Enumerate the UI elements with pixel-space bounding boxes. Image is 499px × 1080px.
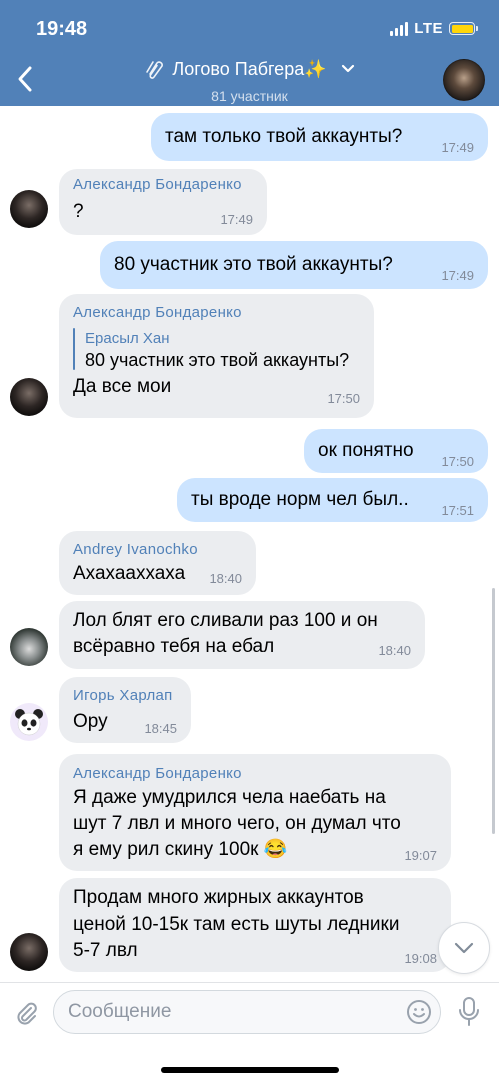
message-incoming[interactable]: Продам много жирных аккаунтов ценой 10-1…	[59, 878, 451, 972]
reply-bar	[73, 328, 75, 370]
panda-icon	[15, 709, 43, 736]
message-time: 17:50	[441, 454, 474, 469]
message-incoming[interactable]: Лол блят его сливали раз 100 и он всёрав…	[59, 601, 425, 669]
message-text: Ахахааххаха	[73, 563, 186, 584]
message-text: Я даже умудрился чела наебать на	[73, 787, 386, 808]
battery-icon	[449, 22, 478, 35]
message-text: 80 участник это твой аккаунты?	[114, 254, 393, 275]
scrollbar[interactable]	[492, 588, 495, 834]
chat-subtitle: 81 участник	[211, 88, 288, 104]
network-label: LTE	[414, 20, 443, 37]
paperclip-icon	[146, 61, 164, 79]
chat-screen: 19:48 LTE Логово Пабгера✨ 81 участник та…	[0, 0, 499, 1080]
message-incoming[interactable]: Александр Бондаренко ? 17:49	[59, 169, 267, 235]
status-indicators: LTE	[390, 20, 478, 37]
chevron-down-icon	[454, 942, 474, 954]
message-time: 19:07	[404, 848, 437, 863]
message-time: 18:40	[209, 571, 242, 586]
status-time: 19:48	[36, 18, 88, 40]
chevron-down-icon	[341, 64, 354, 73]
message-input[interactable]	[68, 991, 388, 1033]
message-incoming[interactable]: Александр Бондаренко Я даже умудрился че…	[59, 754, 451, 871]
message-text: шут 7 лвл и много чего, он думал что	[73, 813, 401, 834]
sender-name: Александр Бондаренко	[73, 176, 242, 193]
reply-sender: Ерасыл Хан	[85, 330, 170, 347]
message-time: 17:49	[441, 268, 474, 283]
message-text: всёравно тебя на ебал	[73, 636, 275, 657]
sender-name: Александр Бондаренко	[73, 765, 242, 782]
attach-button[interactable]	[12, 999, 42, 1029]
message-composer	[0, 982, 499, 1080]
reply-text: 80 участник это твой аккаунты?	[85, 350, 350, 370]
message-incoming[interactable]: Игорь Харлап Ору 18:45	[59, 677, 191, 743]
message-time: 19:08	[404, 951, 437, 966]
emoji-button[interactable]	[406, 999, 432, 1025]
message-time: 17:49	[220, 212, 253, 227]
message-time: 18:45	[144, 721, 177, 736]
chat-header: 19:48 LTE Логово Пабгера✨ 81 участник	[0, 0, 499, 106]
avatar[interactable]	[10, 628, 48, 666]
chat-title-text: Логово Пабгера✨	[172, 58, 327, 79]
message-text: Лол блят его сливали раз 100 и он	[73, 610, 378, 631]
message-input-box	[53, 990, 441, 1034]
sender-name: Александр Бондаренко	[73, 304, 242, 321]
message-text: Да все мои	[73, 376, 172, 397]
message-text: ?	[73, 201, 84, 222]
message-outgoing[interactable]: 80 участник это твой аккаунты? 17:49	[100, 241, 488, 289]
avatar[interactable]	[10, 190, 48, 228]
scroll-down-button[interactable]	[438, 922, 490, 974]
message-outgoing[interactable]: ты вроде норм чел был.. 17:51	[177, 478, 488, 522]
signal-icon	[390, 21, 409, 36]
smile-icon	[407, 1000, 431, 1024]
microphone-button[interactable]	[455, 995, 483, 1029]
message-text: ок понятно	[318, 440, 414, 461]
message-incoming[interactable]: Александр Бондаренко Ерасыл Хан 80 участ…	[59, 294, 374, 418]
avatar[interactable]	[10, 933, 48, 971]
message-text: ты вроде норм чел был..	[191, 489, 409, 510]
avatar[interactable]	[10, 703, 48, 741]
message-text: я ему рил скину 100к 😂	[73, 839, 288, 860]
message-text: ценой 10-15к там есть шуты ледники	[73, 914, 400, 935]
chat-avatar[interactable]	[443, 59, 485, 101]
message-outgoing[interactable]: ок понятно 17:50	[304, 429, 488, 473]
message-time: 17:49	[441, 140, 474, 155]
message-time: 18:40	[378, 643, 411, 658]
chat-title-area[interactable]: Логово Пабгера✨ 81 участник	[0, 58, 499, 104]
paperclip-icon	[17, 1002, 37, 1025]
message-time: 17:51	[441, 503, 474, 518]
message-list: там только твой аккаунты? 17:49 Александ…	[0, 106, 499, 982]
chat-title: Логово Пабгера✨	[144, 58, 354, 80]
microphone-icon	[459, 997, 479, 1026]
message-text: Продам много жирных аккаунтов	[73, 887, 364, 908]
home-indicator	[161, 1067, 339, 1073]
message-incoming[interactable]: Andrey Ivanochko Ахахааххаха 18:40	[59, 531, 256, 595]
message-time: 17:50	[327, 391, 360, 406]
message-text: там только твой аккаунты?	[165, 126, 403, 147]
message-text: Ору	[73, 711, 108, 732]
avatar[interactable]	[10, 378, 48, 416]
message-text: 5-7 лвл	[73, 940, 138, 961]
sender-name: Andrey Ivanochko	[73, 541, 198, 558]
sender-name: Игорь Харлап	[73, 687, 173, 704]
message-outgoing[interactable]: там только твой аккаунты? 17:49	[151, 113, 488, 161]
